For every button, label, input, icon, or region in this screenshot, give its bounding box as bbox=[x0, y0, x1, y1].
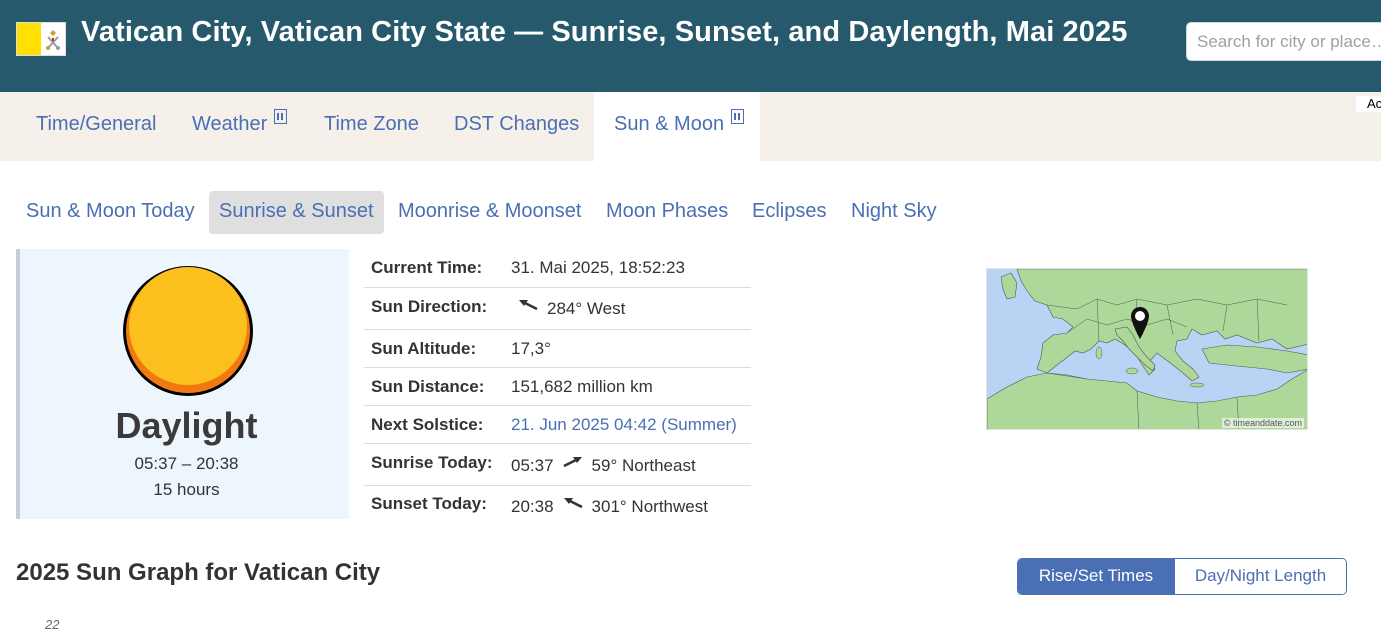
table-row: Sun Distance: 151,682 million km bbox=[364, 368, 751, 406]
nav-item-sun-moon[interactable]: Sun & Moon bbox=[594, 92, 760, 161]
ad-label: Ac bbox=[1356, 96, 1381, 112]
location-map[interactable]: © timeanddate.com bbox=[986, 268, 1308, 430]
map-credit: © timeanddate.com bbox=[1221, 418, 1304, 428]
nav-item-label: Weather bbox=[192, 113, 268, 135]
main-nav: Time/General Weather Time Zone DST Chang… bbox=[0, 92, 1381, 161]
search-input[interactable]: Search for city or place… bbox=[1186, 22, 1381, 61]
row-value: 284° West bbox=[547, 299, 626, 318]
row-key: Next Solstice: bbox=[371, 415, 484, 434]
graph-view-toggle: Rise/Set Times Day/Night Length bbox=[1017, 558, 1347, 595]
direction-arrow-northeast-icon bbox=[562, 457, 582, 468]
ext-menu-icon[interactable] bbox=[731, 109, 745, 124]
sun-icon bbox=[123, 266, 253, 396]
row-time: 05:37 bbox=[511, 456, 554, 475]
subnav-moonrise-moonset[interactable]: Moonrise & Moonset bbox=[398, 191, 581, 234]
row-key: Sunrise Today: bbox=[371, 453, 493, 472]
row-value: 17,3° bbox=[511, 339, 551, 358]
daylight-panel: Daylight 05:37 – 20:38 15 hours bbox=[16, 249, 349, 519]
row-time: 20:38 bbox=[511, 497, 554, 516]
ext-menu-icon[interactable] bbox=[274, 109, 288, 124]
page-title: Vatican City, Vatican City State — Sunri… bbox=[81, 16, 1128, 48]
nav-item-label: DST Changes bbox=[454, 113, 580, 135]
row-value: 301° Northwest bbox=[591, 497, 708, 516]
direction-arrow-west-icon bbox=[519, 300, 538, 311]
row-key: Sun Direction: bbox=[371, 297, 488, 316]
daylight-label: Daylight bbox=[115, 405, 258, 446]
subnav-night-sky[interactable]: Night Sky bbox=[851, 191, 937, 234]
site-header: Vatican City, Vatican City State — Sunri… bbox=[0, 0, 1381, 92]
table-row: Current Time: 31. Mai 2025, 18:52:23 bbox=[364, 249, 751, 288]
subnav-eclipses[interactable]: Eclipses bbox=[752, 191, 826, 234]
nav-item-time-general[interactable]: Time/General bbox=[36, 92, 156, 161]
table-row: Sun Direction: 284° West bbox=[364, 288, 751, 330]
row-value: 59° Northeast bbox=[591, 456, 696, 475]
subnav-sun-moon-today[interactable]: Sun & Moon Today bbox=[26, 191, 195, 234]
location-pin-icon bbox=[1131, 307, 1149, 339]
table-row: Sun Altitude: 17,3° bbox=[364, 330, 751, 368]
daylight-hours: 15 hours bbox=[153, 480, 220, 499]
nav-item-time-zone[interactable]: Time Zone bbox=[324, 92, 419, 161]
row-value: 151,682 million km bbox=[511, 377, 653, 396]
next-solstice-link[interactable]: 21. Jun 2025 04:42 (Summer) bbox=[511, 415, 737, 435]
subnav-sunrise-sunset[interactable]: Sunrise & Sunset bbox=[209, 191, 384, 234]
nav-item-dst-changes[interactable]: DST Changes bbox=[454, 92, 579, 161]
nav-item-weather[interactable]: Weather bbox=[192, 92, 288, 161]
direction-arrow-northwest-icon bbox=[563, 498, 583, 509]
row-key: Sun Altitude: bbox=[371, 339, 477, 358]
day-night-length-button[interactable]: Day/Night Length bbox=[1174, 559, 1346, 594]
table-row: Sunrise Today: 05:37 59° Northeast bbox=[364, 444, 751, 486]
row-key: Sunset Today: bbox=[371, 494, 487, 513]
daylight-times: 05:37 – 20:38 bbox=[134, 454, 239, 473]
table-row: Sunset Today: 20:38 301° Northwest bbox=[364, 486, 751, 524]
graph-axis-tick: 22 bbox=[45, 617, 60, 632]
vatican-flag-icon bbox=[16, 22, 66, 56]
europe-map bbox=[987, 269, 1307, 429]
row-key: Current Time: bbox=[371, 258, 483, 277]
row-key: Sun Distance: bbox=[371, 377, 485, 396]
graph-title: 2025 Sun Graph for Vatican City bbox=[16, 559, 381, 586]
rise-set-times-button[interactable]: Rise/Set Times bbox=[1018, 559, 1174, 594]
subnav-moon-phases[interactable]: Moon Phases bbox=[606, 191, 728, 234]
row-value: 31. Mai 2025, 18:52:23 bbox=[511, 258, 685, 277]
nav-item-label: Time/General bbox=[36, 113, 157, 135]
nav-item-label: Sun & Moon bbox=[614, 113, 725, 135]
nav-item-label: Time Zone bbox=[324, 113, 419, 135]
table-row: Next Solstice: 21. Jun 2025 04:42 (Summe… bbox=[364, 406, 751, 444]
sun-info-table: Current Time: 31. Mai 2025, 18:52:23 Sun… bbox=[364, 249, 751, 524]
